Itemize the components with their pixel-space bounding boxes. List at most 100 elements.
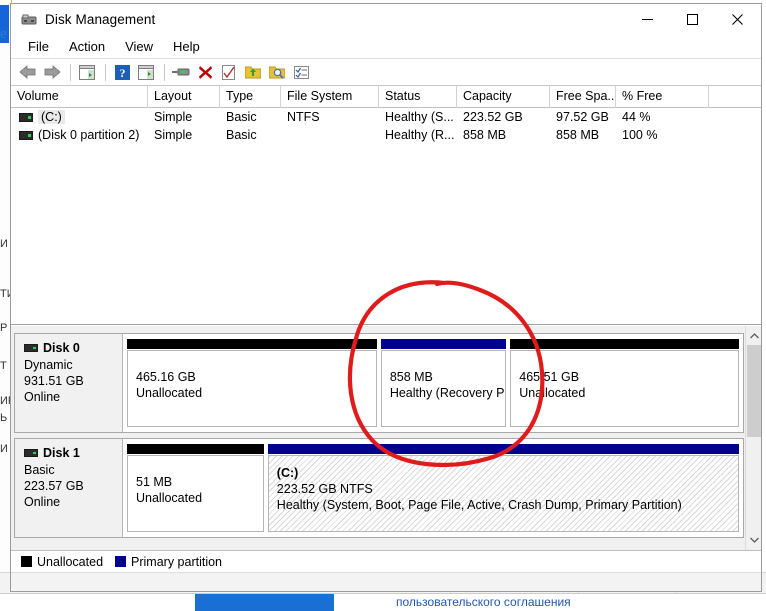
svg-text:?: ? — [119, 66, 125, 80]
minimize-button[interactable] — [625, 4, 670, 34]
menu-bar: File Action View Help — [11, 35, 761, 59]
background-lower-area — [0, 594, 766, 611]
options-icon[interactable] — [290, 61, 312, 83]
legend-label-primary: Primary partition — [131, 554, 223, 569]
disk-info-0[interactable]: Disk 0 Dynamic 931.51 GB Online — [15, 334, 123, 432]
cell-file-system: NTFS — [287, 110, 320, 124]
status-strip — [11, 572, 761, 591]
column-header-free-space[interactable]: Free Spa... — [550, 86, 616, 108]
volume-list[interactable]: Volume Layout Type File System Status Ca… — [11, 86, 761, 325]
toolbar: ? — [11, 59, 761, 86]
table-row[interactable]: (C:) Simple Basic NTFS Healthy (S... 223… — [11, 108, 761, 126]
partition-body: (C:) 223.52 GB NTFS Healthy (System, Boo… — [267, 455, 739, 532]
column-header-status[interactable]: Status — [379, 86, 457, 108]
background-russian-text: пользовательского соглашения — [396, 595, 571, 609]
cell-volume: (C:) — [11, 108, 148, 126]
disk-panel-scrollbar[interactable] — [745, 326, 761, 550]
column-header-file-system[interactable]: File System — [281, 86, 379, 108]
cell-volume-label: (Disk 0 partition 2) — [38, 128, 140, 142]
partition-block[interactable]: 465.16 GB Unallocated — [127, 339, 377, 427]
cell-status: Healthy (R... — [385, 128, 455, 142]
disk-kind-label: Dynamic — [24, 358, 73, 372]
partition-size: 465.16 GB — [136, 370, 196, 384]
column-header-layout[interactable]: Layout — [148, 86, 220, 108]
rescan-disks-icon[interactable] — [170, 61, 192, 83]
menu-item-help[interactable]: Help — [164, 37, 209, 56]
toolbar-separator — [164, 63, 165, 81]
delete-icon[interactable] — [194, 61, 216, 83]
partition-body: 858 MB Healthy (Recovery Pa — [380, 350, 507, 427]
show-hide-console-tree-icon[interactable] — [76, 61, 98, 83]
cell-capacity: 223.52 GB — [463, 110, 523, 124]
partition-block[interactable]: (C:) 223.52 GB NTFS Healthy (System, Boo… — [267, 444, 739, 532]
disk-management-app-icon — [21, 12, 37, 28]
bg-fragment-6: Ь — [0, 412, 8, 424]
cell-file-system — [281, 126, 379, 144]
disk-state-label: Online — [24, 390, 61, 404]
maximize-button[interactable] — [670, 4, 715, 34]
disk-state-label: Online — [24, 495, 61, 509]
cell-percent-free: 100 % — [622, 128, 658, 142]
disk-graphical-panel[interactable]: Disk 0 Dynamic 931.51 GB Online 465.16 G… — [11, 325, 761, 550]
column-header-capacity[interactable]: Capacity — [457, 86, 550, 108]
disk-kind-label: Basic — [24, 463, 55, 477]
partition-block[interactable]: 465.51 GB Unallocated — [510, 339, 739, 427]
menu-item-file[interactable]: File — [19, 37, 58, 56]
forward-arrow-icon[interactable] — [41, 61, 63, 83]
partition-status: Unallocated — [136, 491, 203, 505]
properties-icon[interactable] — [218, 61, 240, 83]
table-row[interactable]: (Disk 0 partition 2) Simple Basic Health… — [11, 126, 761, 144]
toolbar-separator — [70, 63, 71, 81]
legend-swatch-unallocated — [21, 556, 32, 567]
disk-row[interactable]: Disk 0 Dynamic 931.51 GB Online 465.16 G… — [14, 333, 744, 433]
cell-capacity: 858 MB — [463, 128, 507, 142]
legend-swatch-primary — [115, 556, 127, 567]
disk-name-label: Disk 0 — [43, 341, 80, 355]
partition-title: (C:) — [276, 466, 299, 480]
partition-color-bar — [510, 339, 739, 349]
export-list-icon[interactable] — [242, 61, 264, 83]
partition-status: Healthy (Recovery Pa — [389, 386, 507, 400]
partition-body: 465.16 GB Unallocated — [127, 350, 377, 427]
help-icon[interactable]: ? — [111, 61, 133, 83]
cell-layout: Simple — [154, 110, 193, 124]
cell-status: Healthy (S... — [385, 110, 454, 124]
column-header-type[interactable]: Type — [220, 86, 281, 108]
cell-type: Basic — [226, 110, 257, 124]
cell-layout: Simple — [154, 128, 193, 142]
menu-item-view[interactable]: View — [116, 37, 162, 56]
back-arrow-icon[interactable] — [17, 61, 39, 83]
menu-item-action[interactable]: Action — [60, 37, 114, 56]
disk-name-label: Disk 1 — [43, 446, 80, 460]
partition-color-bar — [267, 444, 739, 454]
bg-fragment-4: Т — [0, 360, 7, 372]
partition-block[interactable]: 51 MB Unallocated — [127, 444, 264, 532]
partition-color-bar — [127, 339, 377, 349]
partition-size: 858 MB — [389, 370, 433, 384]
partition-color-bar — [380, 339, 507, 349]
volume-drive-icon — [19, 113, 33, 123]
column-header-percent-free[interactable]: % Free — [616, 86, 709, 108]
scroll-up-icon[interactable] — [746, 328, 761, 344]
disk-partitions-1: 51 MB Unallocated (C:) 223.52 GB NTFS He… — [123, 439, 743, 537]
disk-title-0: Disk 0 — [24, 341, 122, 355]
column-header-volume[interactable]: Volume — [11, 86, 148, 108]
partition-size: 465.51 GB — [519, 370, 580, 384]
partition-block[interactable]: 858 MB Healthy (Recovery Pa — [380, 339, 507, 427]
bg-fragment-3: Р — [0, 322, 8, 334]
disk-row[interactable]: Disk 1 Basic 223.57 GB Online 51 MB Unal… — [14, 438, 744, 538]
disk-info-1[interactable]: Disk 1 Basic 223.57 GB Online — [15, 439, 123, 537]
background-blue-button[interactable] — [195, 594, 334, 611]
window-title: Disk Management — [45, 12, 156, 27]
cell-percent-free: 44 % — [622, 110, 651, 124]
partition-body: 51 MB Unallocated — [127, 455, 264, 532]
background-blue-glyph: е — [0, 26, 7, 42]
cell-volume-label: (C:) — [38, 110, 65, 124]
disk-partitions-0: 465.16 GB Unallocated 858 MB Healthy (Re… — [123, 334, 743, 432]
close-button[interactable] — [715, 4, 760, 34]
scrollbar-thumb[interactable] — [747, 345, 761, 437]
column-header-spare[interactable] — [709, 86, 761, 108]
show-hide-action-pane-icon[interactable] — [135, 61, 157, 83]
scroll-down-icon[interactable] — [746, 532, 761, 548]
search-icon[interactable] — [266, 61, 288, 83]
